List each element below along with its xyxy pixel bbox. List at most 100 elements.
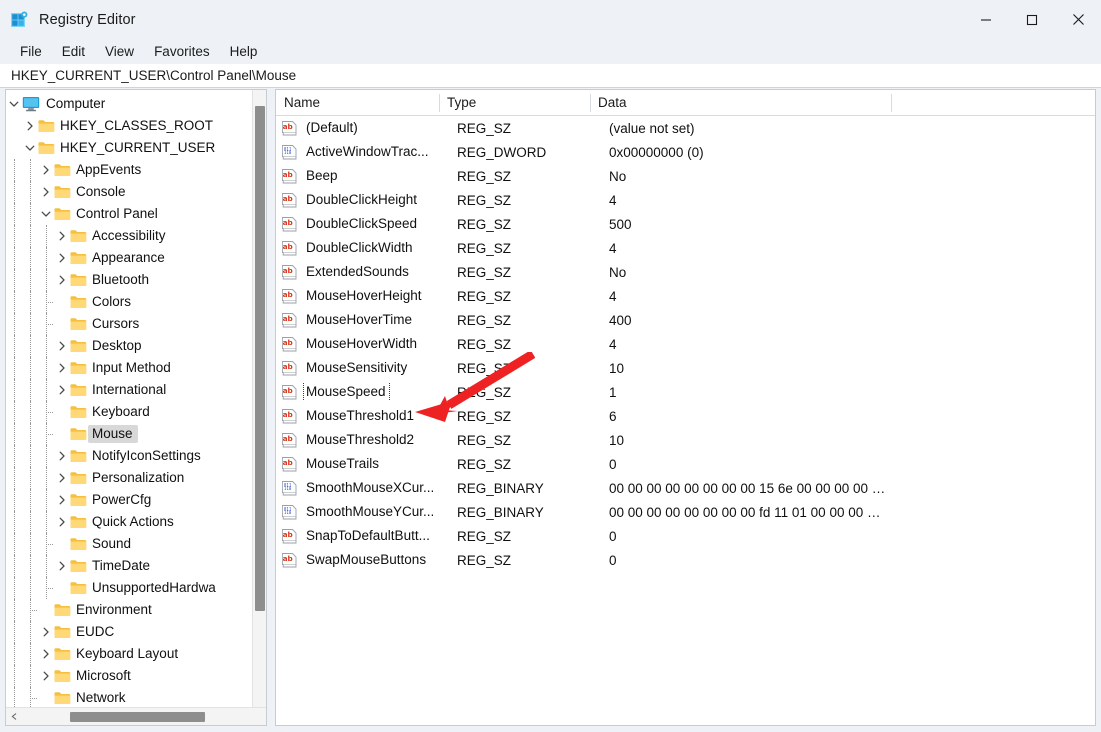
chevron-right-icon[interactable] — [54, 555, 70, 577]
tree-item-microsoft[interactable]: Microsoft — [6, 665, 252, 687]
tree-item-control-panel[interactable]: Control Panel — [6, 203, 252, 225]
column-header-name[interactable]: Name — [276, 90, 439, 116]
value-name-text: MouseSensitivity — [306, 360, 408, 375]
tree-indent-guide — [6, 137, 22, 159]
value-name: ActiveWindowTrac... — [303, 143, 449, 161]
tree-item-keyboard[interactable]: Keyboard — [6, 401, 252, 423]
tree-item-international[interactable]: International — [6, 379, 252, 401]
chevron-right-icon[interactable] — [54, 335, 70, 357]
tree-item-appevents[interactable]: AppEvents — [6, 159, 252, 181]
value-row[interactable]: ab MouseThreshold1 REG_SZ 6 — [276, 404, 1095, 428]
chevron-right-icon[interactable] — [54, 467, 70, 489]
string-value-icon: ab — [281, 404, 303, 428]
tree-indent-guide — [38, 423, 54, 445]
tree-item-desktop[interactable]: Desktop — [6, 335, 252, 357]
value-row[interactable]: ab Beep REG_SZ No — [276, 164, 1095, 188]
tree-item-unsupportedhardwa[interactable]: UnsupportedHardwa — [6, 577, 252, 599]
tree-item-input-method[interactable]: Input Method — [6, 357, 252, 379]
close-icon[interactable] — [1055, 0, 1101, 39]
minimize-icon[interactable] — [963, 0, 1009, 39]
value-row[interactable]: ab MouseThreshold2 REG_SZ 10 — [276, 428, 1095, 452]
chevron-down-icon[interactable] — [22, 137, 38, 159]
value-row[interactable]: 011 110 SmoothMouseYCur... REG_BINARY 00 00 … — [276, 500, 1095, 524]
value-row[interactable]: ab MouseHoverHeight REG_SZ 4 — [276, 284, 1095, 308]
tree-item-keyboard-layout[interactable]: Keyboard Layout — [6, 643, 252, 665]
value-row[interactable]: ab MouseHoverTime REG_SZ 400 — [276, 308, 1095, 332]
chevron-down-icon[interactable] — [6, 93, 22, 115]
tree-item-cursors[interactable]: Cursors — [6, 313, 252, 335]
tree-item-bluetooth[interactable]: Bluetooth — [6, 269, 252, 291]
tree-item-mouse[interactable]: Mouse — [6, 423, 252, 445]
tree-indent-guide — [38, 291, 54, 313]
tree-vertical-scrollbar-thumb[interactable] — [255, 106, 265, 611]
chevron-down-icon[interactable] — [38, 203, 54, 225]
value-row[interactable]: ab DoubleClickWidth REG_SZ 4 — [276, 236, 1095, 260]
tree-item-console[interactable]: Console — [6, 181, 252, 203]
chevron-right-icon[interactable] — [54, 445, 70, 467]
chevron-right-icon[interactable] — [54, 357, 70, 379]
menu-item-file[interactable]: File — [11, 42, 51, 61]
chevron-right-icon[interactable] — [54, 269, 70, 291]
tree-item-timedate[interactable]: TimeDate — [6, 555, 252, 577]
address-bar[interactable]: HKEY_CURRENT_USER\Control Panel\Mouse — [0, 64, 1101, 88]
value-row[interactable]: ab MouseSensitivity REG_SZ 10 — [276, 356, 1095, 380]
tree-item-notifyiconsettings[interactable]: NotifyIconSettings — [6, 445, 252, 467]
value-row[interactable]: ab MouseHoverWidth REG_SZ 4 — [276, 332, 1095, 356]
chevron-right-icon[interactable] — [38, 665, 54, 687]
value-name-text: DoubleClickHeight — [306, 192, 418, 207]
tree-item-personalization[interactable]: Personalization — [6, 467, 252, 489]
tree-item-hkey-classes-root[interactable]: HKEY_CLASSES_ROOT — [6, 115, 252, 137]
tree-item-hkey-current-user[interactable]: HKEY_CURRENT_USER — [6, 137, 252, 159]
tree-item-network[interactable]: Network — [6, 687, 252, 708]
chevron-right-icon[interactable] — [54, 489, 70, 511]
tree-item-computer[interactable]: Computer — [6, 93, 252, 115]
tree-item-label: Environment — [76, 602, 152, 617]
tree-indent-guide — [6, 555, 22, 577]
value-row[interactable]: 011 110 SmoothMouseXCur... REG_BINARY 00 00 … — [276, 476, 1095, 500]
value-row[interactable]: ab ExtendedSounds REG_SZ No — [276, 260, 1095, 284]
value-row[interactable]: ab MouseTrails REG_SZ 0 — [276, 452, 1095, 476]
tree-item-colors[interactable]: Colors — [6, 291, 252, 313]
value-type: REG_SZ — [457, 168, 512, 184]
value-row[interactable]: ab (Default) REG_SZ (value not set) — [276, 116, 1095, 140]
chevron-right-icon[interactable] — [54, 225, 70, 247]
value-row[interactable]: ab DoubleClickSpeed REG_SZ 500 — [276, 212, 1095, 236]
tree-item-quick-actions[interactable]: Quick Actions — [6, 511, 252, 533]
value-row[interactable]: ab MouseSpeed REG_SZ 1 — [276, 380, 1095, 404]
tree-item-eudc[interactable]: EUDC — [6, 621, 252, 643]
menu-item-favorites[interactable]: Favorites — [145, 42, 219, 61]
column-header-data[interactable]: Data — [590, 90, 891, 116]
tree-item-sound[interactable]: Sound — [6, 533, 252, 555]
menu-item-help[interactable]: Help — [221, 42, 267, 61]
value-row[interactable]: ab SnapToDefaultButt... REG_SZ 0 — [276, 524, 1095, 548]
svg-text:ab: ab — [283, 385, 293, 394]
chevron-right-icon[interactable] — [54, 247, 70, 269]
tree-horizontal-scrollbar[interactable] — [6, 707, 266, 725]
chevron-right-icon[interactable] — [38, 643, 54, 665]
tree-item-appearance[interactable]: Appearance — [6, 247, 252, 269]
tree-item-powercfg[interactable]: PowerCfg — [6, 489, 252, 511]
folder-icon — [54, 181, 72, 203]
value-row[interactable]: ab SwapMouseButtons REG_SZ 0 — [276, 548, 1095, 572]
tree-vertical-scrollbar[interactable] — [252, 90, 266, 708]
tree-indent-guide — [22, 489, 38, 511]
tree-horizontal-scrollbar-thumb[interactable] — [70, 712, 205, 722]
chevron-right-icon[interactable] — [54, 511, 70, 533]
maximize-icon[interactable] — [1009, 0, 1055, 39]
menu-item-view[interactable]: View — [96, 42, 143, 61]
value-name-text: SnapToDefaultButt... — [306, 528, 430, 543]
column-header-type[interactable]: Type — [439, 90, 590, 116]
tree-item-environment[interactable]: Environment — [6, 599, 252, 621]
value-name-text: DoubleClickSpeed — [306, 216, 418, 231]
chevron-right-icon[interactable] — [38, 621, 54, 643]
chevron-right-icon[interactable] — [38, 181, 54, 203]
value-row[interactable]: ab DoubleClickHeight REG_SZ 4 — [276, 188, 1095, 212]
tree-item-accessibility[interactable]: Accessibility — [6, 225, 252, 247]
value-row[interactable]: 011 110 ActiveWindowTrac... REG_DWORD 0x0000… — [276, 140, 1095, 164]
chevron-right-icon[interactable] — [54, 379, 70, 401]
tree-indent-guide — [6, 467, 22, 489]
chevron-right-icon[interactable] — [38, 159, 54, 181]
menu-item-edit[interactable]: Edit — [53, 42, 94, 61]
chevron-right-icon[interactable] — [22, 115, 38, 137]
scroll-left-icon[interactable] — [7, 709, 21, 723]
